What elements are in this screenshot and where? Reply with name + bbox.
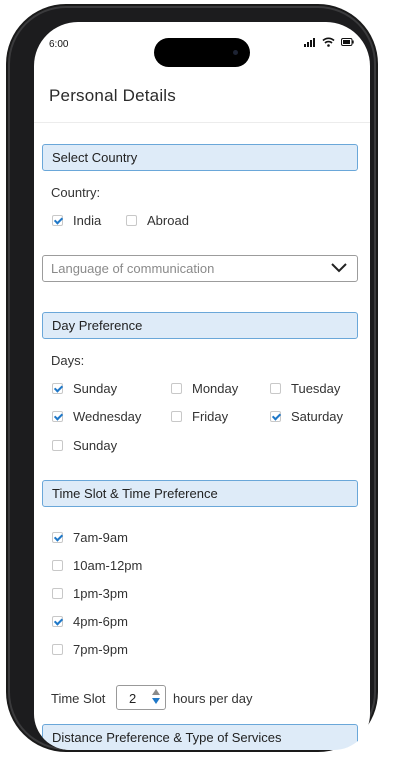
india-label: India — [73, 213, 102, 228]
10am-12pm-checkbox[interactable] — [52, 560, 63, 571]
day-option-sunday[interactable]: Sunday — [52, 381, 117, 396]
monday-checkbox[interactable] — [171, 383, 182, 394]
time-slot-value: 2 — [129, 691, 137, 706]
country-option-abroad[interactable]: Abroad — [126, 213, 189, 228]
10am-12pm-label: 10am-12pm — [73, 558, 143, 573]
hours-per-day-label: hours per day — [173, 691, 253, 706]
time-option-7am-9am[interactable]: 7am-9am — [52, 530, 128, 545]
stepper-up-icon[interactable] — [152, 689, 160, 695]
abroad-label: Abroad — [147, 213, 189, 228]
day-option-friday[interactable]: Friday — [171, 409, 228, 424]
battery-icon — [341, 38, 354, 46]
signal-icon — [304, 37, 315, 47]
saturday-label: Saturday — [291, 409, 344, 424]
time-option-1pm-3pm[interactable]: 1pm-3pm — [52, 586, 128, 601]
header-divider — [34, 122, 370, 123]
camera-dot — [233, 50, 238, 55]
sunday-2-checkbox[interactable] — [52, 440, 63, 451]
tuesday-checkbox[interactable] — [270, 383, 281, 394]
day-option-tuesday[interactable]: Tuesday — [270, 381, 340, 396]
sunday-2-label: Sunday — [73, 438, 118, 453]
status-icons — [304, 37, 354, 47]
sunday-checkbox[interactable] — [52, 383, 63, 394]
friday-checkbox[interactable] — [171, 411, 182, 422]
7pm-9pm-checkbox[interactable] — [52, 644, 63, 655]
select-country-header: Select Country — [42, 144, 358, 171]
1pm-3pm-checkbox[interactable] — [52, 588, 63, 599]
time-slot-label: Time Slot — [51, 691, 106, 706]
language-dropdown[interactable]: Language of communication — [42, 255, 358, 282]
1pm-3pm-label: 1pm-3pm — [73, 586, 128, 601]
sunday-label: Sunday — [73, 381, 118, 396]
wednesday-label: Wednesday — [73, 409, 142, 424]
day-option-wednesday[interactable]: Wednesday — [52, 409, 141, 424]
abroad-checkbox[interactable] — [126, 215, 137, 226]
chevron-down-icon[interactable] — [330, 262, 348, 274]
country-option-india[interactable]: India — [52, 213, 101, 228]
4pm-6pm-label: 4pm-6pm — [73, 614, 128, 629]
7am-9am-label: 7am-9am — [73, 530, 128, 545]
dynamic-island — [154, 38, 250, 67]
day-preference-header: Day Preference — [42, 312, 358, 339]
status-time: 6:00 — [49, 39, 69, 50]
phone-screen: 6:00 Personal Details Select Country Cou… — [34, 22, 370, 750]
7pm-9pm-label: 7pm-9pm — [73, 642, 128, 657]
wednesday-checkbox[interactable] — [52, 411, 63, 422]
day-option-sunday-2[interactable]: Sunday — [52, 438, 117, 453]
4pm-6pm-checkbox[interactable] — [52, 616, 63, 627]
stepper-down-icon[interactable] — [152, 698, 160, 704]
friday-label: Friday — [192, 409, 229, 424]
time-option-10am-12pm[interactable]: 10am-12pm — [52, 558, 142, 573]
day-option-saturday[interactable]: Saturday — [270, 409, 343, 424]
wifi-icon — [322, 37, 335, 47]
day-option-monday[interactable]: Monday — [171, 381, 238, 396]
time-option-4pm-6pm[interactable]: 4pm-6pm — [52, 614, 128, 629]
country-label: Country: — [51, 185, 101, 200]
time-slot-header: Time Slot & Time Preference — [42, 480, 358, 507]
distance-preference-header: Distance Preference & Type of Services — [42, 724, 358, 750]
time-slot-stepper[interactable]: 2 — [116, 685, 166, 710]
phone-frame: 6:00 Personal Details Select Country Cou… — [10, 8, 374, 750]
saturday-checkbox[interactable] — [270, 411, 281, 422]
page-title: Personal Details — [49, 86, 176, 105]
7am-9am-checkbox[interactable] — [52, 532, 63, 543]
time-option-7pm-9pm[interactable]: 7pm-9pm — [52, 642, 128, 657]
days-label: Days: — [51, 353, 85, 368]
tuesday-label: Tuesday — [291, 381, 341, 396]
india-checkbox[interactable] — [52, 215, 63, 226]
language-placeholder: Language of communication — [51, 261, 215, 276]
monday-label: Monday — [192, 381, 239, 396]
